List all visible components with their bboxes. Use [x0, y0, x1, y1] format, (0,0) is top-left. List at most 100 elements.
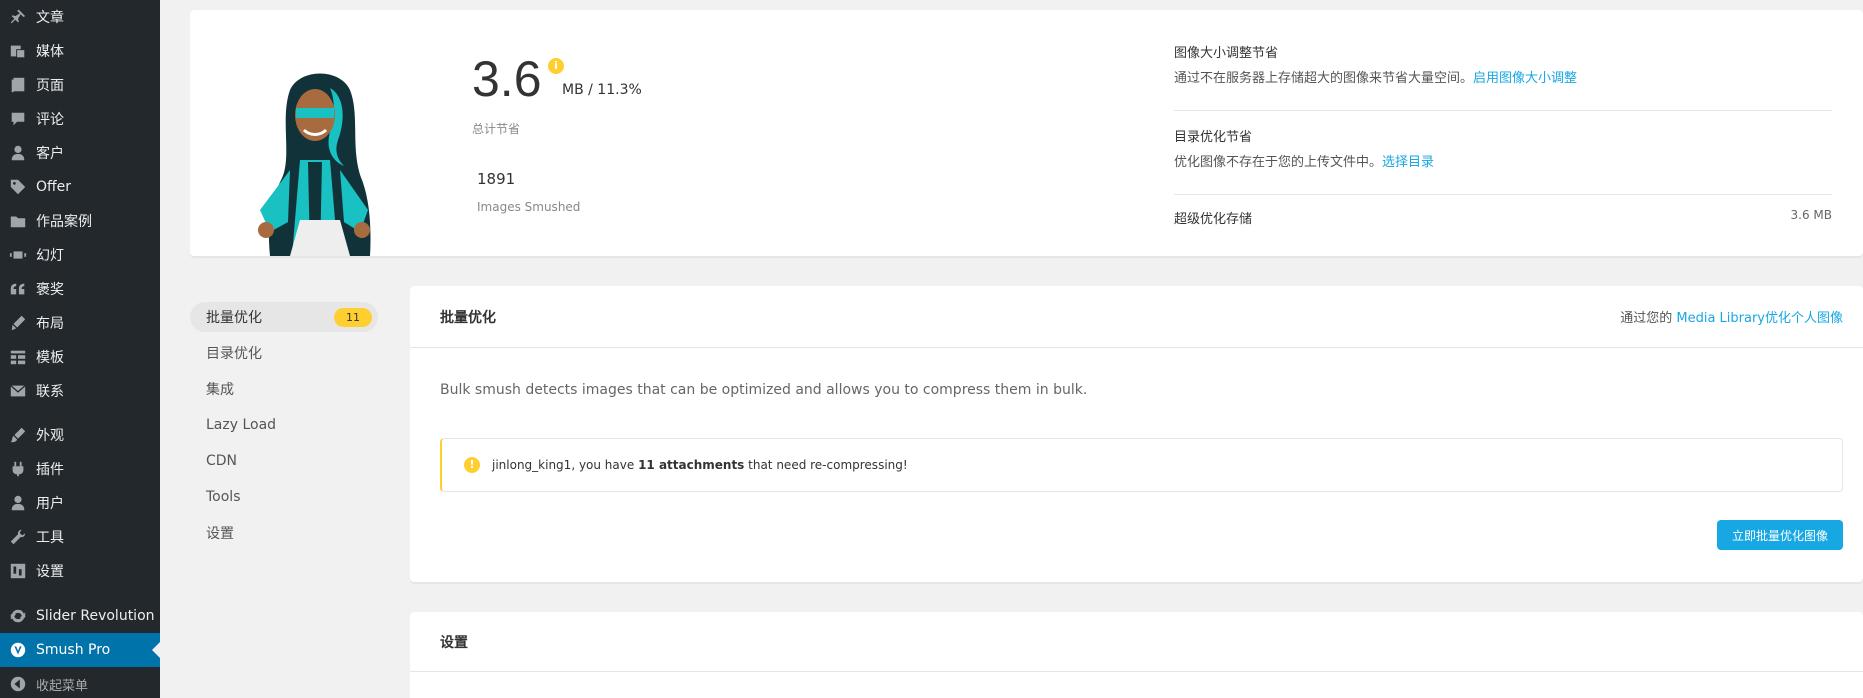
brush-icon — [8, 313, 28, 333]
sidebar-item-label: 用户 — [36, 496, 64, 512]
hint-text: 通过您的 — [1620, 311, 1677, 326]
sidebar-item-pages[interactable]: 页面 — [0, 68, 160, 102]
sidebar-item-media[interactable]: 媒体 — [0, 34, 160, 68]
sidebar-item-posts[interactable]: 文章 — [0, 0, 160, 34]
sidebar-item-label: Smush Pro — [36, 642, 111, 658]
directory-savings-row: 目录优化节省 优化图像不存在于您的上传文件中。选择目录 — [1174, 126, 1832, 170]
sidebar-item-label: 插件 — [36, 462, 64, 478]
resize-savings-title: 图像大小调整节省 — [1174, 46, 1279, 61]
refresh-icon — [8, 606, 28, 626]
plugin-icon — [8, 459, 28, 479]
collapse-menu-button[interactable]: 收起菜单 — [0, 667, 160, 698]
sidebar-item-label: 媒体 — [36, 44, 64, 60]
smush-subnav: 批量优化 11 目录优化 集成 Lazy Load CDN Tools 设置 — [190, 302, 378, 554]
sidebar-item-label: 模板 — [36, 350, 64, 366]
subnav-item-label: CDN — [206, 453, 238, 469]
sidebar-item-label: 联系 — [36, 384, 64, 400]
card-header: 设置 — [410, 612, 1863, 672]
sidebar-item-appearance[interactable]: 外观 — [0, 418, 160, 452]
folder-icon — [8, 211, 28, 231]
recompress-notice: ! jinlong_king1, you have 11 attachments… — [440, 438, 1843, 492]
subnav-item-lazy-load[interactable]: Lazy Load — [190, 410, 378, 440]
subnav-item-tools[interactable]: Tools — [190, 482, 378, 512]
user-icon — [8, 143, 28, 163]
sidebar-item-offer[interactable]: Offer — [0, 170, 160, 204]
subnav-item-bulk-smush[interactable]: 批量优化 11 — [190, 302, 378, 332]
card-title: 设置 — [440, 634, 468, 651]
sidebar-item-label: 布局 — [36, 316, 64, 332]
bulk-smush-now-button[interactable]: 立即批量优化图像 — [1717, 520, 1843, 550]
sidebar-item-label: 幻灯 — [36, 248, 64, 264]
notice-prefix: jinlong_king1, you have — [492, 458, 639, 472]
sidebar-item-customers[interactable]: 客户 — [0, 136, 160, 170]
summary-stats-card: 3.6 i MB / 11.3% 总计节省 1891 Images Smushe… — [190, 10, 1863, 256]
info-icon[interactable]: i — [548, 58, 564, 74]
grid-icon — [8, 347, 28, 367]
page-icon — [8, 75, 28, 95]
sidebar-item-plugins[interactable]: 插件 — [0, 452, 160, 486]
media-library-hint: 通过您的 Media Library优化个人图像 — [1620, 307, 1843, 326]
subnav-item-directory-smush[interactable]: 目录优化 — [190, 338, 378, 368]
sidebar-item-label: 页面 — [36, 78, 64, 94]
sidebar-item-users[interactable]: 用户 — [0, 486, 160, 520]
users-icon — [8, 493, 28, 513]
sidebar-item-label: 工具 — [36, 530, 64, 546]
notice-count: 11 attachments — [638, 458, 745, 472]
pin-icon — [8, 7, 28, 27]
card-title: 批量优化 — [440, 309, 496, 326]
subnav-item-label: 目录优化 — [206, 346, 262, 362]
sidebar-item-templates[interactable]: 模板 — [0, 340, 160, 374]
resize-savings-row: 图像大小调整节省 通过不在服务器上存储超大的图像来节省大量空间。启用图像大小调整 — [1174, 42, 1832, 86]
divider — [1174, 110, 1832, 111]
subnav-item-cdn[interactable]: CDN — [190, 446, 378, 476]
smush-icon — [8, 640, 28, 660]
sidebar-item-settings[interactable]: 设置 — [0, 554, 160, 588]
divider — [1174, 194, 1832, 195]
choose-directory-link[interactable]: 选择目录 — [1382, 155, 1434, 170]
sidebar-item-smush-pro[interactable]: Smush Pro — [0, 633, 160, 667]
subnav-item-label: Lazy Load — [206, 417, 277, 433]
media-icon — [8, 41, 28, 61]
tag-icon — [8, 177, 28, 197]
notice-text: jinlong_king1, you have 11 attachments t… — [492, 458, 908, 472]
super-smush-value: 3.6 MB — [1790, 208, 1832, 222]
sidebar-item-contact[interactable]: 联系 — [0, 374, 160, 408]
sidebar-item-tools[interactable]: 工具 — [0, 520, 160, 554]
subnav-item-label: 集成 — [206, 382, 234, 398]
sidebar-item-label: 评论 — [36, 112, 64, 128]
sidebar-item-label: 作品案例 — [36, 214, 92, 230]
warning-icon: ! — [464, 457, 480, 473]
media-library-link[interactable]: Media Library优化个人图像 — [1676, 311, 1843, 326]
total-savings-value: 3.6 — [472, 51, 542, 107]
savings-unit: MB / 11.3% — [562, 82, 642, 98]
images-smushed-value: 1891 — [477, 170, 516, 188]
collapse-icon — [8, 674, 28, 694]
directory-savings-desc: 优化图像不存在于您的上传文件中。选择目录 — [1174, 151, 1832, 170]
sidebar-item-label: 褒奖 — [36, 282, 64, 298]
subnav-item-settings[interactable]: 设置 — [190, 518, 378, 548]
subnav-item-integrations[interactable]: 集成 — [190, 374, 378, 404]
admin-sidebar: 文章 媒体 页面 评论 客户 Offer 作品案例 幻灯 褒奖 布局 模板 联系… — [0, 0, 160, 698]
sidebar-item-comments[interactable]: 评论 — [0, 102, 160, 136]
sidebar-item-slider-revolution[interactable]: Slider Revolution — [0, 599, 160, 633]
count-badge: 11 — [334, 307, 372, 327]
mascot-illustration — [258, 73, 371, 256]
quote-icon — [8, 279, 28, 299]
card-header: 批量优化 通过您的 Media Library优化个人图像 — [410, 286, 1863, 348]
sidebar-item-portfolio[interactable]: 作品案例 — [0, 204, 160, 238]
wrench-icon — [8, 527, 28, 547]
sidebar-item-label: 收起菜单 — [36, 678, 89, 694]
sidebar-item-label: 客户 — [36, 146, 64, 162]
resize-savings-desc: 通过不在服务器上存储超大的图像来节省大量空间。启用图像大小调整 — [1174, 67, 1832, 86]
settings-card: 设置 — [410, 612, 1863, 698]
enable-resize-link[interactable]: 启用图像大小调整 — [1473, 71, 1577, 86]
sidebar-item-slides[interactable]: 幻灯 — [0, 238, 160, 272]
sidebar-item-testimonials[interactable]: 褒奖 — [0, 272, 160, 306]
images-smushed-label: Images Smushed — [477, 200, 581, 214]
subnav-item-label: 设置 — [206, 526, 234, 542]
bulk-description: Bulk smush detects images that can be op… — [440, 382, 1088, 398]
dir-desc-text: 优化图像不存在于您的上传文件中。 — [1174, 155, 1383, 170]
mail-icon — [8, 381, 28, 401]
sidebar-item-layout[interactable]: 布局 — [0, 306, 160, 340]
super-smush-label: 超级优化存储 — [1174, 212, 1253, 227]
